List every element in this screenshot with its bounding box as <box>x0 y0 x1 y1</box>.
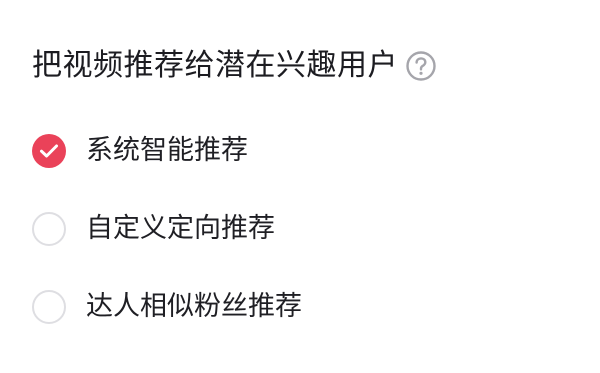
section-title: 把视频推荐给潜在兴趣用户 <box>32 48 398 83</box>
option-label: 自定义定向推荐 <box>86 213 275 244</box>
recommendation-target-panel: 把视频推荐给潜在兴趣用户 系统智能推荐 自定义定向推荐 达人相似粉丝推荐 <box>0 0 600 373</box>
option-label: 达人相似粉丝推荐 <box>86 291 302 322</box>
option-similar-fans-recommend[interactable]: 达人相似粉丝推荐 <box>32 285 302 329</box>
radio-unchecked-icon[interactable] <box>32 290 66 324</box>
radio-unchecked-icon[interactable] <box>32 212 66 246</box>
section-header: 把视频推荐给潜在兴趣用户 <box>32 44 436 88</box>
option-system-smart-recommend[interactable]: 系统智能推荐 <box>32 129 248 173</box>
radio-checked-icon[interactable] <box>32 134 66 168</box>
question-circle-icon[interactable] <box>406 51 436 81</box>
option-custom-targeted-recommend[interactable]: 自定义定向推荐 <box>32 207 275 251</box>
option-label: 系统智能推荐 <box>86 135 248 166</box>
